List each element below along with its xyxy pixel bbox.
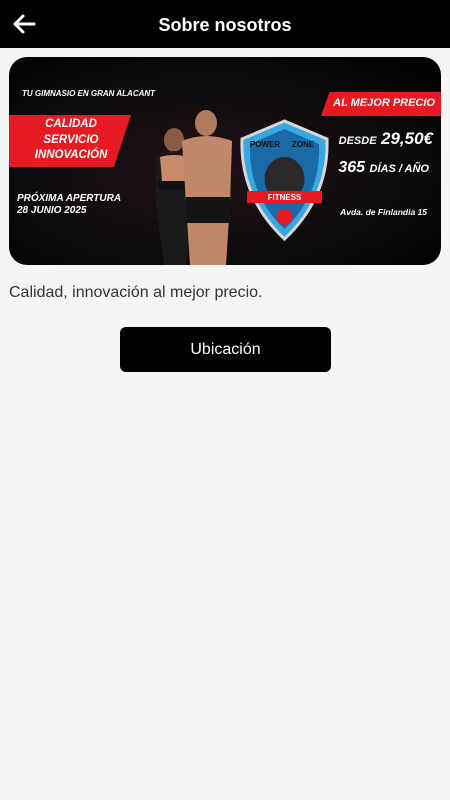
power-zone-fitness-logo: POWER ZONE FITNESS: [240, 119, 329, 242]
price-line: DESDE 29,50€: [339, 129, 433, 149]
banner-address: Avda. de Finlandia 15: [340, 207, 427, 217]
opening-label: PRÓXIMA APERTURA: [17, 193, 122, 204]
top-app-bar: Sobre nosotros: [0, 0, 450, 48]
about-description: Calidad, innovación al mejor precio.: [9, 284, 263, 301]
location-button[interactable]: Ubicación: [120, 327, 331, 372]
logo-text-power: POWER: [250, 140, 280, 149]
logo-text-zone: ZONE: [292, 140, 315, 149]
logo-text-fitness: FITNESS: [268, 193, 302, 202]
price-prefix: DESDE: [338, 135, 377, 147]
features-list: CALIDAD SERVICIO INNOVACIÓN: [17, 117, 125, 164]
opening-date: 28 JUNIO 2025: [17, 205, 87, 216]
feature-item: CALIDAD: [45, 118, 97, 130]
best-price-label: AL MEJOR PRECIO: [333, 97, 435, 109]
page-title: Sobre nosotros: [158, 15, 292, 35]
feature-item: SERVICIO: [43, 133, 99, 146]
days-value: 365: [338, 159, 366, 176]
gym-banner-image: TU GIMNASIO EN GRAN ALACANT CALIDAD SERV…: [9, 57, 441, 265]
days-suffix: DÍAS / AÑO: [369, 163, 430, 175]
athletes-illustration: [156, 110, 232, 265]
days-line: 365 DÍAS / AÑO: [338, 159, 429, 177]
price-value: 29,50€: [381, 129, 433, 148]
feature-item: INNOVACIÓN: [34, 149, 108, 161]
